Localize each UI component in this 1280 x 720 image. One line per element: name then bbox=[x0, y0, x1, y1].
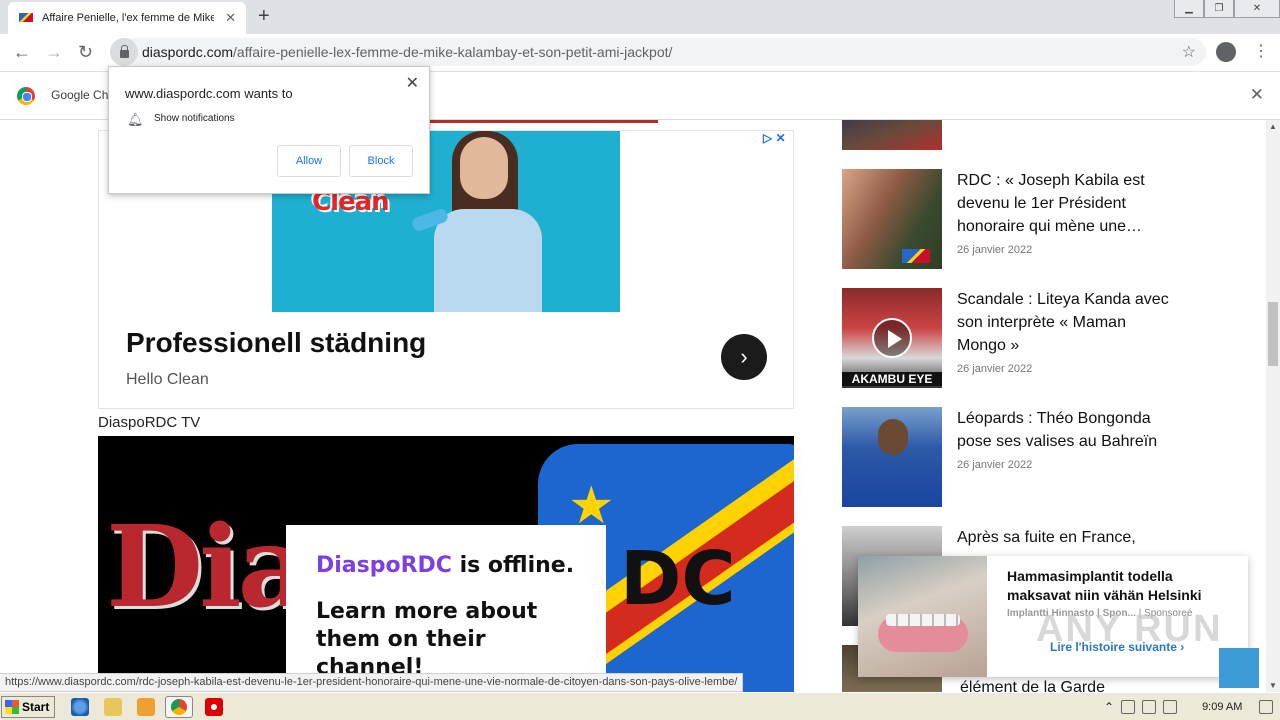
ad-advertiser[interactable]: Hello Clean bbox=[126, 371, 209, 389]
tab-strip: Affaire Penielle, l'ex femme de Mike K ✕… bbox=[0, 0, 1280, 34]
profile-avatar-icon[interactable] bbox=[1216, 42, 1236, 62]
header-divider bbox=[430, 120, 658, 123]
ad-model-face bbox=[460, 137, 508, 199]
list-item[interactable]: RDC : « Joseph Kabila est devenu le 1er … bbox=[842, 169, 1172, 269]
ad-model-body bbox=[434, 209, 542, 312]
reload-icon[interactable]: ↻ bbox=[78, 42, 93, 62]
bell-icon: 🔔︎ bbox=[127, 112, 144, 127]
notification-permission-popup: www.diaspordc.com wants to ✕ 🔔︎ Show not… bbox=[108, 66, 430, 194]
volume-icon[interactable] bbox=[1121, 700, 1136, 714]
show-desktop-icon[interactable] bbox=[1259, 700, 1274, 714]
window-controls: ▁ ❐ ✕ bbox=[1174, 0, 1280, 18]
infobar-close-icon[interactable]: ✕ bbox=[1250, 85, 1264, 105]
section-label: DiaspoRDC TV bbox=[98, 414, 201, 431]
list-item[interactable]: Léopards : Théo Bongonda pose ses valise… bbox=[842, 407, 1172, 507]
address-bar[interactable]: diaspordc.com/affaire-penielle-lex-femme… bbox=[110, 38, 1206, 66]
article-date: 26 janvier 2022 bbox=[957, 244, 1033, 256]
network-icon[interactable] bbox=[1142, 700, 1157, 714]
scroll-top-button[interactable] bbox=[1219, 648, 1259, 688]
offline-status: DiaspoRDC is offline. bbox=[316, 553, 575, 578]
list-item[interactable]: AKAMBU EYE Scandale : Liteya Kanda avec … bbox=[842, 288, 1172, 388]
page-scrollbar[interactable]: ▲ ▼ bbox=[1266, 120, 1280, 692]
article-thumbnail[interactable] bbox=[842, 407, 942, 507]
block-button[interactable]: Block bbox=[349, 145, 413, 177]
sponsored-image[interactable] bbox=[858, 556, 987, 677]
clock[interactable]: 9:09 AM bbox=[1202, 701, 1242, 713]
folder-icon[interactable] bbox=[104, 698, 122, 716]
new-tab-button[interactable]: + bbox=[258, 6, 270, 26]
menu-dots-icon[interactable]: ⋮ bbox=[1253, 41, 1269, 61]
chrome-taskbar-icon[interactable] bbox=[165, 696, 193, 718]
ie-icon[interactable] bbox=[71, 698, 89, 716]
popup-origin: www.diaspordc.com wants to bbox=[125, 86, 293, 101]
offline-card[interactable]: DiaspoRDC is offline. Learn more about t… bbox=[286, 525, 606, 692]
infobar-text: Google Ch bbox=[51, 88, 109, 102]
article-date: 26 janvier 2022 bbox=[957, 363, 1033, 375]
tray-expand-icon[interactable]: ⌃ bbox=[1104, 700, 1114, 714]
watermark-text: ANY RUN bbox=[1036, 608, 1223, 650]
article-title[interactable]: Léopards : Théo Bongonda pose ses valise… bbox=[957, 407, 1172, 453]
thumbnail-face bbox=[878, 419, 908, 455]
status-bar-url: https://www.diaspordc.com/rdc-joseph-kab… bbox=[0, 673, 744, 692]
back-arrow-icon[interactable]: ← bbox=[13, 42, 31, 62]
article-title[interactable]: Après sa fuite en France, bbox=[957, 526, 1172, 549]
scroll-down-icon[interactable]: ▼ bbox=[1269, 681, 1277, 690]
ad-next-chevron-icon[interactable]: › bbox=[721, 334, 767, 380]
url-text[interactable]: diaspordc.com/affaire-penielle-lex-femme… bbox=[142, 44, 672, 60]
opera-icon[interactable] bbox=[205, 698, 223, 716]
drc-flag-icon bbox=[902, 249, 930, 263]
ad-choices-icon[interactable]: ▷ ✕ bbox=[763, 131, 786, 145]
tab-close-icon[interactable]: ✕ bbox=[225, 10, 236, 26]
scroll-up-icon[interactable]: ▲ bbox=[1269, 122, 1277, 131]
system-tray: ⌃ 9:09 AM bbox=[1104, 696, 1280, 718]
popup-message: Show notifications bbox=[154, 113, 235, 124]
video-brand-text: Dia bbox=[106, 502, 310, 633]
site-favicon-icon bbox=[18, 10, 34, 26]
sponsored-title[interactable]: Hammasimplantit todella maksavat niin vä… bbox=[1007, 567, 1235, 605]
article-thumbnail[interactable]: AKAMBU EYE bbox=[842, 288, 942, 388]
thumbnail-caption: AKAMBU EYE bbox=[842, 372, 942, 386]
forward-arrow-icon[interactable]: → bbox=[45, 42, 63, 62]
media-player-icon[interactable] bbox=[137, 698, 155, 716]
article-thumbnail[interactable] bbox=[842, 120, 942, 150]
article-date: 26 janvier 2022 bbox=[957, 459, 1033, 471]
tab-title: Affaire Penielle, l'ex femme de Mike K bbox=[42, 12, 214, 24]
bookmark-star-icon[interactable]: ☆ bbox=[1182, 42, 1196, 62]
taskbar: Start ⌃ 9:09 AM bbox=[0, 692, 1280, 720]
chrome-logo-icon bbox=[17, 87, 35, 105]
video-player[interactable]: ★ Dia DC DiaspoRDC is offline. Learn mor… bbox=[98, 436, 794, 692]
restore-button[interactable]: ❐ bbox=[1204, 0, 1234, 18]
lock-icon[interactable] bbox=[110, 38, 138, 66]
minimize-button[interactable]: ▁ bbox=[1174, 0, 1204, 18]
play-icon[interactable] bbox=[872, 318, 912, 358]
windows-logo-icon bbox=[5, 700, 19, 714]
start-button[interactable]: Start bbox=[1, 696, 55, 718]
list-item[interactable] bbox=[842, 120, 1172, 150]
action-center-flag-icon[interactable] bbox=[1163, 700, 1178, 714]
learn-more-text[interactable]: Learn more about them on their channel! bbox=[316, 598, 576, 682]
article-thumbnail[interactable] bbox=[842, 169, 942, 269]
browser-tab[interactable]: Affaire Penielle, l'ex femme de Mike K ✕ bbox=[8, 2, 246, 34]
popup-close-icon[interactable]: ✕ bbox=[406, 73, 419, 93]
window-close-button[interactable]: ✕ bbox=[1234, 0, 1280, 18]
scrollbar-thumb[interactable] bbox=[1268, 302, 1278, 366]
implant-teeth bbox=[886, 614, 960, 626]
allow-button[interactable]: Allow bbox=[277, 145, 341, 177]
article-title[interactable]: RDC : « Joseph Kabila est devenu le 1er … bbox=[957, 169, 1172, 238]
ad-headline[interactable]: Professionell städning bbox=[126, 327, 426, 359]
video-brand-tail: DC bbox=[620, 536, 736, 622]
article-title[interactable]: Scandale : Liteya Kanda avec son interpr… bbox=[957, 288, 1172, 357]
